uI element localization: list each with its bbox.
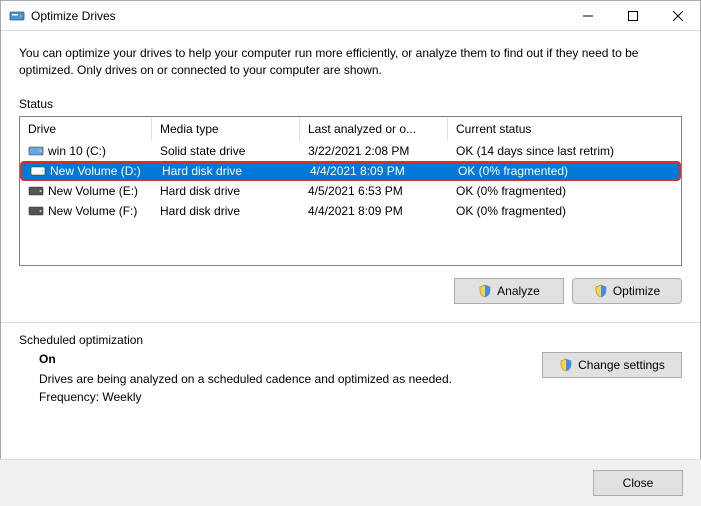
column-headers: Drive Media type Last analyzed or o... C…	[20, 117, 681, 141]
close-label: Close	[623, 476, 654, 490]
intro-text: You can optimize your drives to help you…	[19, 45, 682, 79]
shield-icon	[478, 284, 492, 298]
drive-name: win 10 (C:)	[48, 144, 106, 158]
header-last[interactable]: Last analyzed or o...	[300, 117, 448, 141]
header-drive[interactable]: Drive	[20, 117, 152, 141]
media-type: Solid state drive	[152, 144, 300, 158]
drive-list: Drive Media type Last analyzed or o... C…	[19, 116, 682, 266]
current-status: OK (0% fragmented)	[448, 204, 681, 218]
table-row[interactable]: New Volume (E:) Hard disk drive4/5/2021 6…	[20, 181, 681, 201]
action-buttons: Analyze Optimize	[19, 278, 682, 304]
shield-icon	[559, 358, 573, 372]
divider	[1, 322, 700, 323]
drive-name: New Volume (E:)	[48, 184, 138, 198]
window-controls	[565, 1, 700, 30]
close-window-button[interactable]	[655, 1, 700, 30]
window-title: Optimize Drives	[31, 9, 565, 23]
drive-name: New Volume (F:)	[48, 204, 137, 218]
last-analyzed: 4/4/2021 8:09 PM	[300, 204, 448, 218]
analyze-button[interactable]: Analyze	[454, 278, 564, 304]
last-analyzed: 4/4/2021 8:09 PM	[302, 164, 450, 178]
scheduled-section: On Drives are being analyzed on a schedu…	[19, 352, 682, 408]
drive-name: New Volume (D:)	[50, 164, 141, 178]
drive-icon	[28, 205, 44, 217]
maximize-button[interactable]	[610, 1, 655, 30]
close-button[interactable]: Close	[593, 470, 683, 496]
app-icon	[9, 8, 25, 24]
header-status[interactable]: Current status	[448, 117, 681, 141]
titlebar: Optimize Drives	[1, 1, 700, 31]
drive-icon	[28, 145, 44, 157]
change-settings-label: Change settings	[578, 358, 665, 372]
current-status: OK (0% fragmented)	[450, 164, 679, 178]
scheduled-on: On	[39, 352, 452, 366]
media-type: Hard disk drive	[154, 164, 302, 178]
drive-icon	[28, 185, 44, 197]
table-row[interactable]: New Volume (F:) Hard disk drive4/4/2021 8…	[20, 201, 681, 221]
footer: Close	[0, 459, 701, 506]
scheduled-label: Scheduled optimization	[19, 333, 682, 347]
minimize-button[interactable]	[565, 1, 610, 30]
current-status: OK (0% fragmented)	[448, 184, 681, 198]
last-analyzed: 3/22/2021 2:08 PM	[300, 144, 448, 158]
status-label: Status	[19, 97, 682, 111]
scheduled-desc: Drives are being analyzed on a scheduled…	[39, 372, 452, 386]
table-row[interactable]: win 10 (C:) Solid state drive3/22/2021 2:…	[20, 141, 681, 161]
last-analyzed: 4/5/2021 6:53 PM	[300, 184, 448, 198]
optimize-button[interactable]: Optimize	[572, 278, 682, 304]
analyze-label: Analyze	[497, 284, 540, 298]
shield-icon	[594, 284, 608, 298]
header-media[interactable]: Media type	[152, 117, 300, 141]
optimize-label: Optimize	[613, 284, 660, 298]
drive-icon	[30, 165, 46, 177]
media-type: Hard disk drive	[152, 184, 300, 198]
media-type: Hard disk drive	[152, 204, 300, 218]
scheduled-freq: Frequency: Weekly	[39, 390, 452, 404]
change-settings-button[interactable]: Change settings	[542, 352, 682, 378]
table-row[interactable]: New Volume (D:) Hard disk drive4/4/2021 8…	[20, 161, 681, 181]
current-status: OK (14 days since last retrim)	[448, 144, 681, 158]
